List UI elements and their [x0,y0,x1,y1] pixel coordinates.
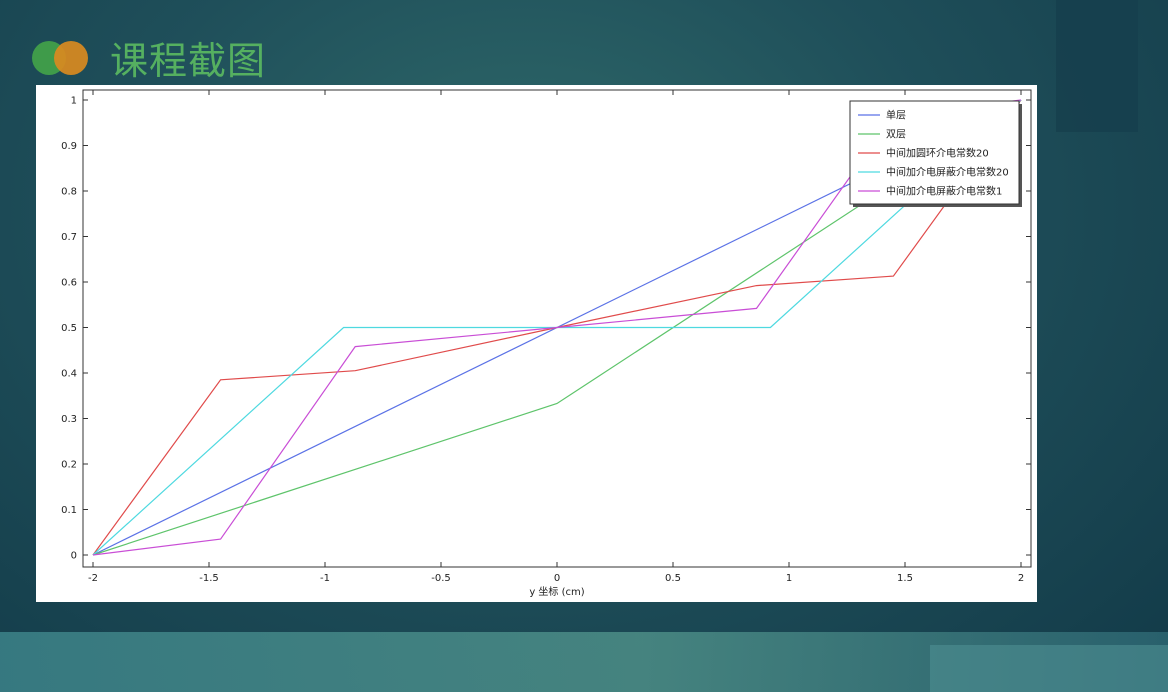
page-title: 课程截图 [110,38,267,83]
chart-panel: -2 -1.5 -1 -0.5 0 0.5 1 1.5 2 0 0.1 0.2 0.3 0.4 0.5 0.6… [36,85,1037,602]
legend-label: 中间加介电屏蔽介电常数1 [886,185,1002,198]
x-tick-label: -2 [88,573,98,584]
legend-label: 双层 [886,129,906,141]
y-tick-label: 0.5 [61,323,77,334]
corner-decoration [1056,0,1138,132]
y-tick-label: 0.8 [61,187,77,198]
x-tick-label: 1.5 [897,573,913,584]
line-chart: -2 -1.5 -1 -0.5 0 0.5 1 1.5 2 0 0.1 0.2 0.3 0.4 0.5 0.6… [61,89,1032,598]
y-tick-label: 1 [71,96,77,107]
x-tick-label: 2 [1018,573,1024,584]
x-tick-label: 0 [554,573,560,584]
legend-label: 中间加介电屏蔽介电常数20 [886,166,1009,179]
x-tick-label: -0.5 [431,573,451,584]
y-tick-label: 0.3 [61,414,77,425]
y-tick-label: 0 [71,551,77,562]
legend-label: 中间加圆环介电常数20 [886,147,989,160]
header: 课程截图 [32,32,267,83]
x-tick-label: -1 [320,573,330,584]
y-tick-label: 0.6 [61,278,77,289]
bottom-band-accent [930,645,1168,692]
logo-icon [32,39,90,75]
y-tick-label: 0.2 [61,460,77,471]
x-tick-label: 1 [786,573,792,584]
y-tick-label: 0.7 [61,232,77,243]
legend-label: 单层 [886,110,906,122]
y-tick-label: 0.4 [61,369,77,380]
x-tick-label: -1.5 [199,573,219,584]
y-tick-label: 0.1 [61,505,77,516]
x-axis-label: y 坐标 (cm) [529,586,584,598]
y-tick-label: 0.9 [61,141,77,152]
x-tick-label: 0.5 [665,573,681,584]
